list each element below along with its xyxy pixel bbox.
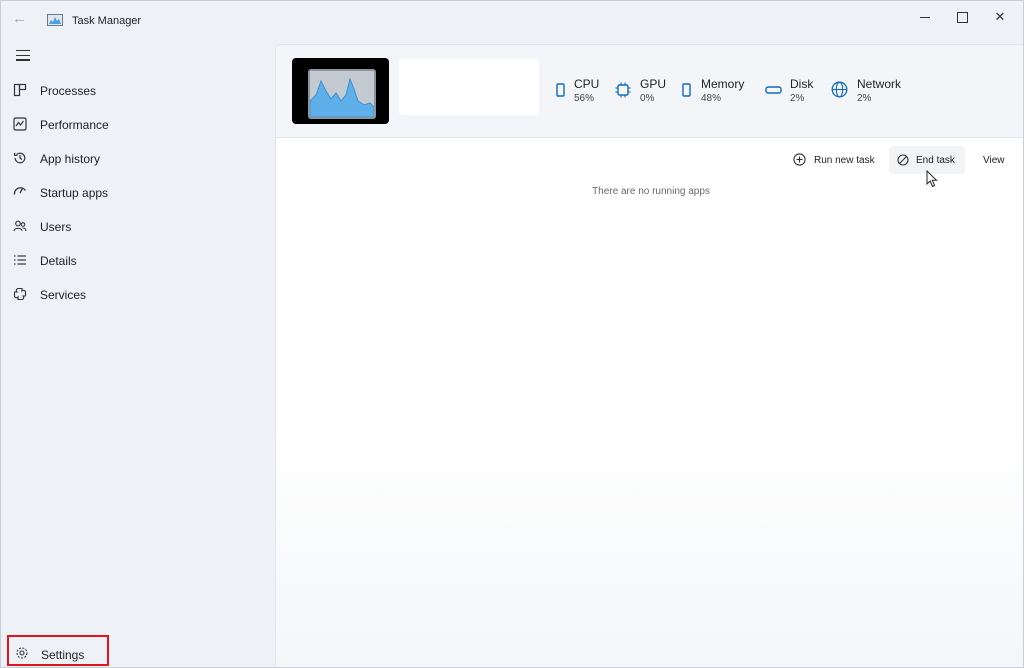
metric-value: 2%: [790, 93, 805, 104]
title-bar: ← Task Manager ✕: [1, 1, 1023, 37]
task-manager-window: ← Task Manager ✕ Processes Performance A…: [0, 0, 1024, 668]
history-icon: [13, 152, 26, 164]
sidebar-item-label: Services: [40, 288, 87, 302]
sidebar-item-label: Processes: [40, 84, 97, 98]
metric-name: Memory: [701, 77, 745, 91]
metric-name: GPU: [640, 77, 667, 91]
sidebar-item-users[interactable]: Users: [5, 211, 267, 243]
empty-state-message: There are no running apps: [592, 186, 710, 197]
sidebar-item-label: Performance: [40, 118, 109, 132]
processes-icon: [13, 83, 27, 97]
back-arrow-icon[interactable]: ←: [12, 11, 28, 27]
services-icon: [13, 287, 27, 301]
minimize-icon: [920, 17, 930, 19]
minimize-button[interactable]: [911, 7, 939, 27]
main-panel: CPU 56% GPU 0% Memory 48% Disk 2% Networ…: [275, 44, 1023, 667]
block-icon: [897, 154, 909, 166]
gear-icon: [16, 647, 28, 659]
performance-icon: [13, 117, 27, 131]
sidebar-item-label: App history: [40, 152, 101, 166]
globe-icon: [831, 81, 848, 98]
metric-name: CPU: [574, 77, 600, 91]
cpu-icon: [556, 83, 565, 97]
close-button[interactable]: ✕: [986, 7, 1014, 27]
sidebar-item-details[interactable]: Details: [5, 245, 267, 277]
close-icon: ✕: [994, 9, 1006, 24]
users-icon: [13, 220, 27, 232]
details-icon: [14, 255, 26, 265]
startup-icon: [13, 187, 27, 195]
metric-value: 56%: [574, 93, 595, 104]
search-area: [399, 59, 539, 115]
task-manager-app-icon: [47, 14, 63, 26]
disk-icon: [765, 86, 782, 94]
mouse-cursor-icon: [926, 170, 938, 188]
gpu-chip-icon: [615, 82, 631, 98]
sidebar-item-label: Startup apps: [40, 186, 109, 200]
sidebar-item-app-history[interactable]: App history: [5, 143, 267, 175]
sidebar-item-performance[interactable]: Performance: [5, 109, 267, 141]
metric-name: Disk: [790, 77, 814, 91]
end-task-label: End task: [916, 155, 955, 166]
hamburger-menu-icon[interactable]: [16, 50, 30, 62]
sidebar-item-services[interactable]: Services: [5, 279, 267, 311]
view-label: View: [983, 155, 1005, 166]
run-new-task-button[interactable]: Run new task: [789, 146, 881, 174]
performance-graph-icon: [310, 77, 374, 117]
window-title: Task Manager: [72, 15, 142, 27]
sidebar-item-label: Details: [40, 254, 77, 268]
performance-header: CPU 56% GPU 0% Memory 48% Disk 2% Networ…: [276, 45, 1023, 138]
maximize-button[interactable]: [948, 7, 976, 27]
sidebar-item-label: Users: [40, 220, 72, 234]
view-menu-button[interactable]: View: [977, 146, 1013, 174]
run-new-task-label: Run new task: [814, 155, 875, 166]
performance-graph-thumbnail[interactable]: [292, 58, 389, 124]
add-circle-icon: [793, 153, 806, 166]
metric-value: 48%: [701, 93, 722, 104]
maximize-icon: [956, 12, 968, 24]
metric-name: Network: [857, 77, 902, 91]
memory-icon: [682, 83, 691, 97]
sidebar-item-processes[interactable]: Processes: [5, 75, 267, 107]
sidebar-item-label: Settings: [41, 648, 85, 662]
metric-value: 0%: [640, 93, 655, 104]
sidebar-item-startup-apps[interactable]: Startup apps: [5, 177, 267, 209]
graph-thumbnail-frame: [308, 69, 376, 119]
metric-value: 2%: [857, 93, 872, 104]
sidebar-item-settings[interactable]: Settings: [7, 635, 109, 666]
